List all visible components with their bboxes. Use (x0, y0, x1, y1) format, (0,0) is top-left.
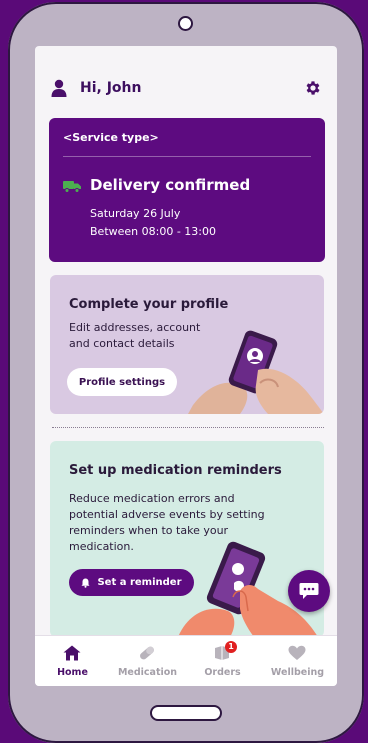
reminder-card-title: Set up medication reminders (69, 463, 282, 478)
tab-wellbeing-label: Wellbeing (270, 667, 325, 678)
bell-icon (81, 578, 90, 588)
greeting-text: Hi, John (80, 80, 142, 96)
front-camera (178, 16, 193, 31)
delivery-time-window: Between 08:00 - 13:00 (90, 225, 216, 238)
app-header: Hi, John (35, 46, 337, 114)
delivery-card[interactable]: <Service type> Delivery confirmed Saturd… (49, 118, 325, 262)
phone-in-hand-illustration (188, 330, 324, 414)
user-icon (51, 79, 67, 97)
tab-home[interactable]: Home (35, 636, 110, 686)
tab-medication-label: Medication (117, 667, 178, 678)
tab-orders[interactable]: 1 Orders (185, 636, 260, 686)
profile-card-title: Complete your profile (69, 297, 229, 312)
reminder-card: Set up medication reminders Reduce medic… (50, 441, 324, 637)
card-divider (63, 156, 311, 157)
tab-orders-label: Orders (204, 667, 241, 678)
profile-settings-button[interactable]: Profile settings (67, 368, 177, 396)
tab-wellbeing[interactable]: Wellbeing (260, 636, 335, 686)
delivery-date: Saturday 26 July (90, 207, 181, 220)
phone-frame: Hi, John <Service type> Delivery confirm… (8, 2, 364, 743)
home-icon (63, 645, 81, 661)
orders-badge: 1 (225, 641, 237, 653)
home-indicator (150, 705, 222, 721)
profile-card: Complete your profile Edit addresses, ac… (50, 275, 324, 414)
tab-home-label: Home (57, 667, 88, 678)
section-divider (52, 427, 324, 428)
pill-icon (140, 646, 154, 660)
chat-button[interactable] (288, 570, 330, 612)
set-reminder-label: Set a reminder (97, 577, 182, 588)
service-type-label: <Service type> (63, 131, 159, 144)
bottom-tab-bar: Home Medication 1 Orders Wellbeing (35, 635, 337, 686)
set-reminder-button[interactable]: Set a reminder (69, 569, 194, 596)
chat-icon (299, 583, 319, 599)
tab-medication[interactable]: Medication (110, 636, 185, 686)
delivery-status: Delivery confirmed (90, 176, 251, 194)
heart-icon (288, 645, 306, 660)
gear-icon[interactable] (304, 79, 322, 97)
truck-icon (63, 181, 81, 193)
